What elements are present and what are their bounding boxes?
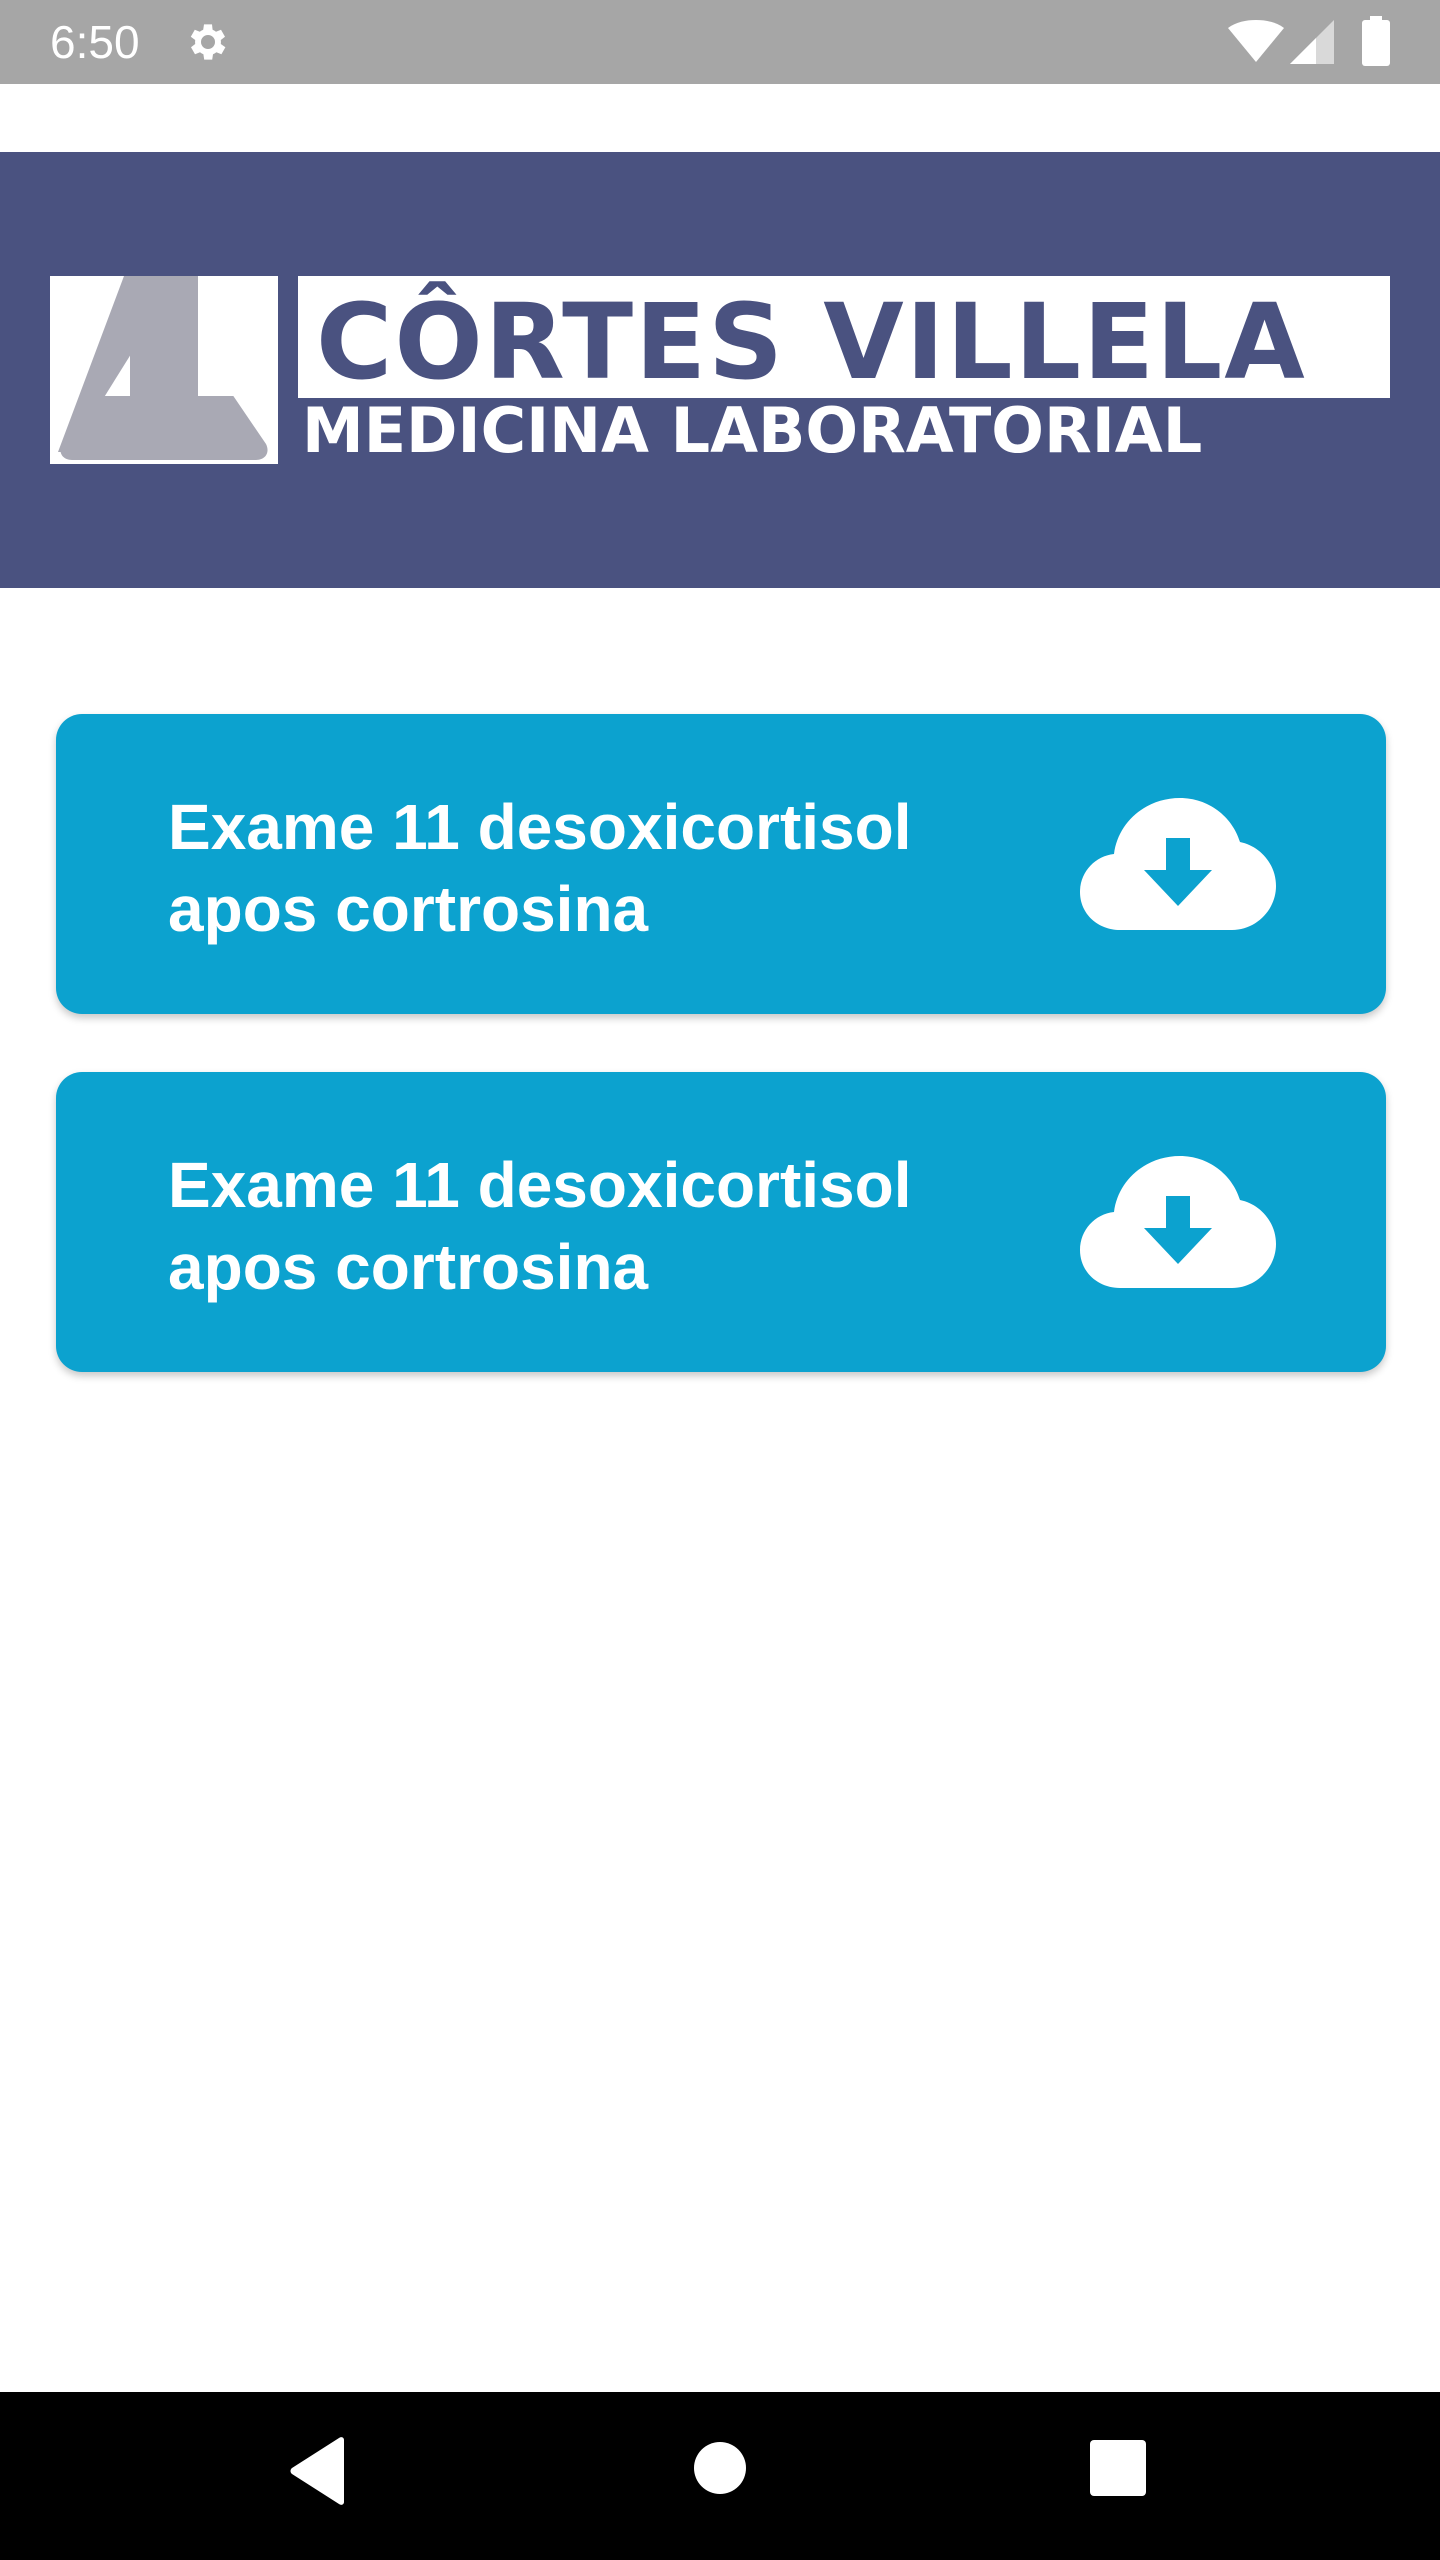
recents-icon[interactable]: [1090, 2440, 1146, 2496]
exam-card[interactable]: Exame 11 desoxicortisol apos cortrosina: [56, 714, 1386, 1014]
wifi-icon: [1228, 20, 1284, 62]
status-time: 6:50: [50, 16, 140, 68]
logo-name-plate: CÔRTES VILLELA: [298, 276, 1390, 398]
exam-title: Exame 11 desoxicortisol apos cortrosina: [168, 791, 912, 945]
gear-icon: [190, 24, 226, 60]
battery-icon: [1362, 16, 1390, 66]
cloud-download-icon[interactable]: [1080, 1156, 1276, 1288]
cloud-download-icon[interactable]: [1080, 798, 1276, 930]
back-icon[interactable]: [288, 2436, 348, 2506]
exam-title: Exame 11 desoxicortisol apos cortrosina: [168, 1149, 912, 1303]
home-icon[interactable]: [694, 2442, 746, 2494]
flask-logo-icon: [50, 276, 278, 464]
logo-name: CÔRTES VILLELA: [316, 281, 1307, 403]
company-logo: CÔRTES VILLELA MEDICINA LABORATORIAL: [50, 276, 1390, 467]
status-bar: 6:50: [0, 0, 1440, 84]
exam-card[interactable]: Exame 11 desoxicortisol apos cortrosina: [56, 1072, 1386, 1372]
cell-signal-icon: [1290, 20, 1334, 64]
logo-subtitle: MEDICINA LABORATORIAL: [302, 394, 1203, 467]
exam-list: Exame 11 desoxicortisol apos cortrosina …: [56, 714, 1386, 1430]
system-nav-bar: [0, 2392, 1440, 2560]
